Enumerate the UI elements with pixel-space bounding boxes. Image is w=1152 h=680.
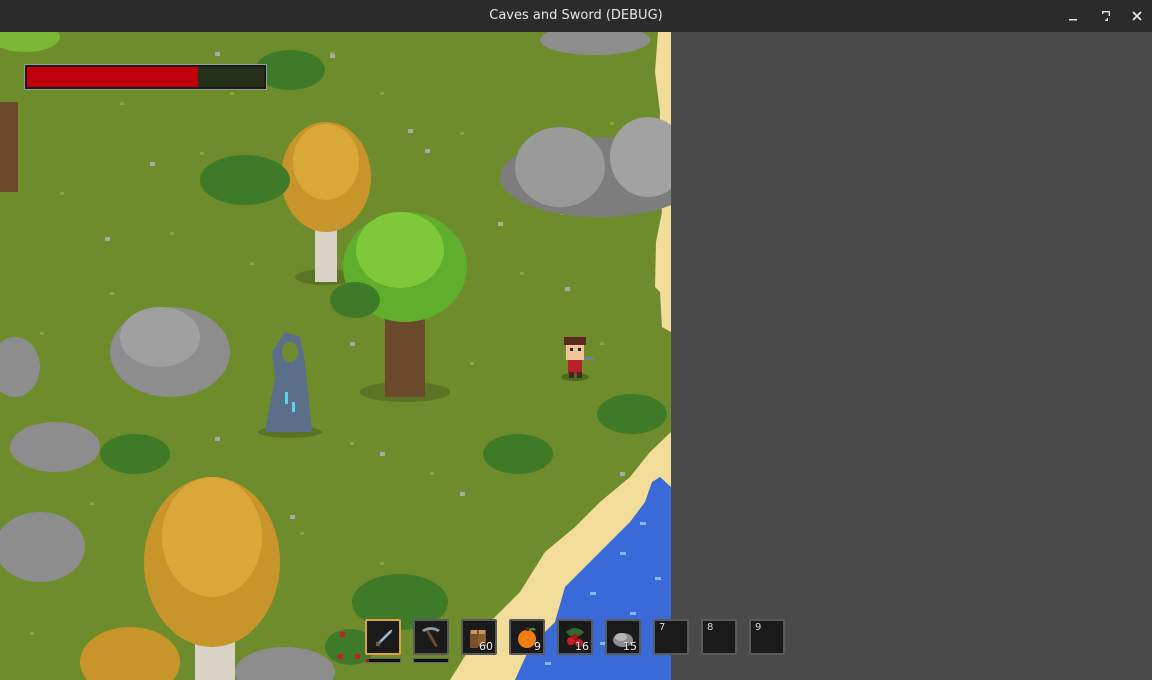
hotbar-slot-number: 7 bbox=[659, 622, 666, 633]
hotbar-slot-8[interactable]: 8 bbox=[701, 619, 737, 655]
close-icon bbox=[1132, 11, 1142, 21]
hotbar-slot-number: 8 bbox=[707, 622, 714, 633]
close-button[interactable] bbox=[1127, 6, 1147, 26]
hotbar-slot-count: 16 bbox=[575, 640, 589, 653]
hotbar-slot-7[interactable]: 7 bbox=[653, 619, 689, 655]
hotbar-slot-count: 9 bbox=[534, 640, 541, 653]
empty-viewport bbox=[671, 32, 1152, 680]
hotbar-slot-4[interactable]: 9 bbox=[509, 619, 545, 655]
hotbar-slot-count: 60 bbox=[479, 640, 493, 653]
hotbar-slot-9[interactable]: 9 bbox=[749, 619, 785, 655]
durability-bar bbox=[365, 658, 401, 663]
minimize-icon bbox=[1069, 19, 1077, 21]
hotbar-slot-number: 9 bbox=[755, 622, 762, 633]
sword-icon bbox=[376, 629, 393, 646]
minimize-button[interactable] bbox=[1063, 6, 1083, 26]
maximize-button[interactable] bbox=[1095, 6, 1115, 26]
health-bar-fill bbox=[27, 67, 198, 87]
hotbar-slot-count: 15 bbox=[623, 640, 637, 653]
durability-bar bbox=[413, 658, 449, 663]
hotbar-slot-2[interactable] bbox=[413, 619, 449, 655]
hotbar-slot-5[interactable]: 16 bbox=[557, 619, 593, 655]
durability-bar-fill bbox=[366, 659, 370, 662]
world-canvas bbox=[0, 32, 671, 680]
pickaxe-icon bbox=[422, 627, 440, 648]
hotbar-slot-6[interactable]: 15 bbox=[605, 619, 641, 655]
window-titlebar[interactable]: Caves and Sword (DEBUG) bbox=[0, 0, 1152, 32]
game-world[interactable] bbox=[0, 32, 671, 680]
hotbar-slot-1[interactable] bbox=[365, 619, 401, 655]
window-title: Caves and Sword (DEBUG) bbox=[489, 8, 663, 23]
health-bar bbox=[23, 63, 268, 91]
maximize-icon bbox=[1102, 11, 1110, 21]
hotbar-slot-3[interactable]: 60 bbox=[461, 619, 497, 655]
